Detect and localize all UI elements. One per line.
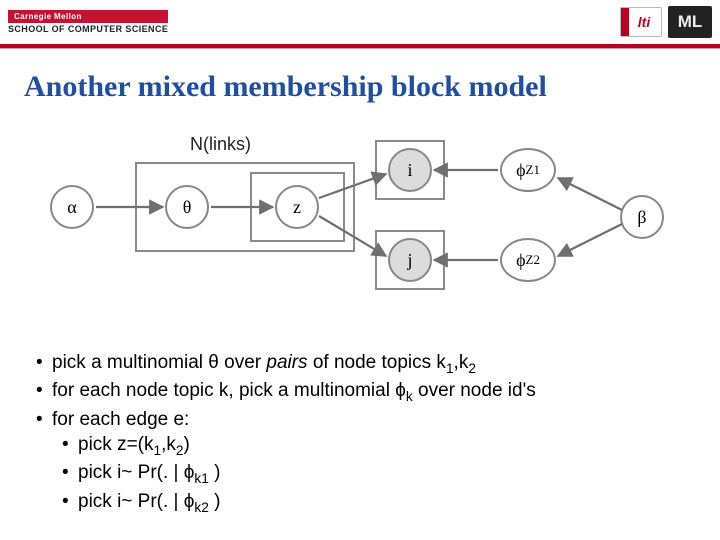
b1-post: of node topics k	[308, 352, 446, 373]
lti-stripe	[621, 8, 629, 36]
cmu-logo: Carnegie Mellon SCHOOL OF COMPUTER SCIEN…	[8, 10, 168, 34]
bullet-4: pick z=(k1,k2)	[30, 432, 700, 460]
edge-beta-phi1	[558, 178, 622, 210]
scs-wordmark: SCHOOL OF COMPUTER SCIENCE	[8, 23, 168, 34]
edge-z-j	[319, 216, 386, 256]
header-divider	[0, 44, 720, 48]
arrow-layer	[30, 140, 690, 320]
graphical-model-diagram: N(links) α θ z i j ϕZ1 ϕZ2 β	[30, 140, 690, 320]
b4-k1: 1	[154, 443, 162, 458]
lti-text: lti	[632, 14, 650, 30]
slide-title: Another mixed membership block model	[24, 70, 696, 104]
b3-text: for each edge e:	[52, 409, 189, 430]
bullet-3: for each edge e:	[30, 407, 700, 433]
b2-pre: for each node topic k, pick a multinomia…	[52, 380, 406, 401]
bullet-2: for each node topic k, pick a multinomia…	[30, 378, 700, 406]
b1-k1: 1	[446, 361, 454, 376]
b4-k2: 2	[176, 443, 184, 458]
b5-post: )	[209, 462, 221, 483]
b6-pre: pick i~ Pr(. | ϕ	[78, 491, 194, 512]
b5-pre: pick i~ Pr(. | ϕ	[78, 462, 194, 483]
ml-text: ML	[678, 12, 703, 32]
b1-mid: ,k	[454, 352, 469, 373]
bullet-list: pick a multinomial θ over pairs of node …	[30, 350, 700, 517]
bullet-6: pick i~ Pr(. | ϕk2 )	[30, 489, 700, 517]
b1-pre: pick a multinomial θ over	[52, 352, 266, 373]
lti-logo: lti	[620, 7, 662, 37]
bullet-5: pick i~ Pr(. | ϕk1 )	[30, 460, 700, 488]
b6-post: )	[209, 491, 221, 512]
b4-mid: ,k	[161, 434, 176, 455]
b4-pre: pick z=(k	[78, 434, 154, 455]
b2-post: over node id's	[413, 380, 536, 401]
bullet-1: pick a multinomial θ over pairs of node …	[30, 350, 700, 378]
b5-sub: k1	[194, 471, 208, 486]
cmu-wordmark: Carnegie Mellon	[8, 10, 168, 23]
edge-beta-phi2	[558, 224, 622, 256]
b2-sub: k	[406, 389, 413, 404]
b4-post: )	[184, 434, 190, 455]
slide-header: Carnegie Mellon SCHOOL OF COMPUTER SCIEN…	[0, 0, 720, 44]
b1-k2: 2	[468, 361, 476, 376]
edge-z-i	[319, 174, 386, 198]
b6-sub: k2	[194, 500, 208, 515]
b1-ital: pairs	[266, 352, 307, 373]
ml-logo: ML	[668, 6, 712, 38]
